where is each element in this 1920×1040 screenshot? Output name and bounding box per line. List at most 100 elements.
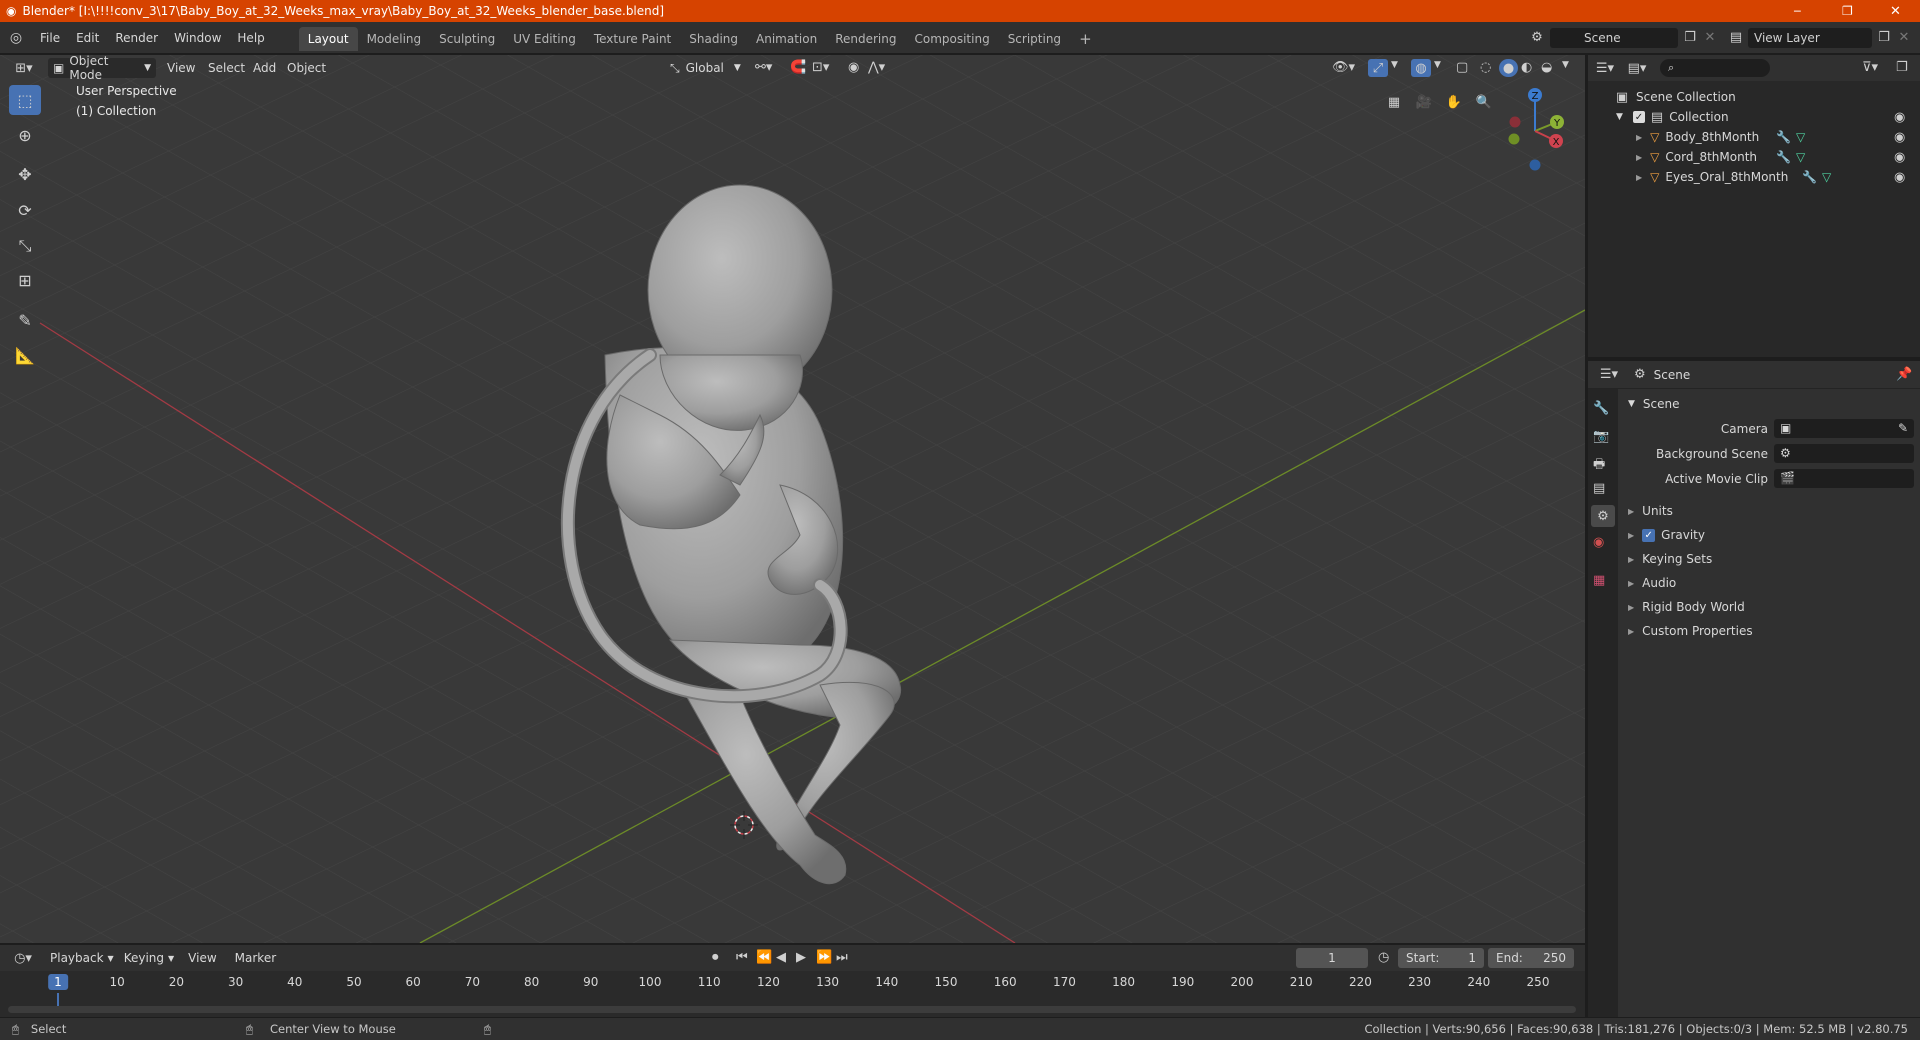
- tab-scripting[interactable]: Scripting: [999, 27, 1070, 51]
- gravity-checkbox[interactable]: ✓: [1642, 528, 1656, 542]
- expand-arrow-icon[interactable]: ▶: [1636, 153, 1642, 162]
- active-movie-clip-field[interactable]: 🎬: [1774, 469, 1914, 488]
- world-tab-icon[interactable]: ◉: [1593, 535, 1604, 550]
- outliner-row-object[interactable]: ▶ ▽ Body_8thMonth 🔧 ▽ ◉: [1588, 127, 1920, 147]
- annotate-tool[interactable]: ✎: [9, 305, 41, 335]
- eyedropper-icon[interactable]: ✎: [1898, 421, 1908, 435]
- camera-field[interactable]: ▣ ✎: [1774, 419, 1914, 438]
- timeline-menu-view[interactable]: View: [188, 951, 216, 965]
- preview-range-icon[interactable]: ◷: [1378, 950, 1389, 965]
- new-collection-icon[interactable]: ❐: [1896, 60, 1908, 75]
- close-button[interactable]: ✕: [1890, 4, 1901, 19]
- xray-icon[interactable]: ▢: [1456, 60, 1468, 75]
- snap-settings-icon[interactable]: ⊡▾: [812, 60, 829, 75]
- tab-sculpting[interactable]: Sculpting: [430, 27, 504, 51]
- mesh-data-icon[interactable]: ▽: [1796, 150, 1805, 164]
- transform-orientation-dropdown[interactable]: ⤡ Global ▼: [670, 58, 741, 78]
- menu-help[interactable]: Help: [229, 22, 272, 53]
- material-shading-icon[interactable]: ◐: [1521, 60, 1532, 75]
- timeline-menu-marker[interactable]: Marker: [235, 951, 276, 965]
- display-mode-icon[interactable]: ▤▾: [1622, 61, 1652, 76]
- jump-start-icon[interactable]: ⏮: [736, 950, 748, 965]
- tab-texture-paint[interactable]: Texture Paint: [585, 27, 680, 51]
- render-tab-icon[interactable]: 📷: [1593, 429, 1609, 444]
- expand-arrow-icon[interactable]: ▶: [1636, 133, 1642, 142]
- texture-tab-icon[interactable]: ▦: [1593, 573, 1605, 588]
- delete-scene-icon[interactable]: ✕: [1702, 30, 1718, 45]
- start-frame-field[interactable]: Start: 1: [1398, 948, 1484, 968]
- view-layer-selector[interactable]: View Layer: [1748, 27, 1872, 48]
- minimize-button[interactable]: ─: [1794, 5, 1801, 18]
- tab-animation[interactable]: Animation: [747, 27, 826, 51]
- play-icon[interactable]: ▶: [796, 950, 806, 965]
- overlays-menu-icon[interactable]: ▼: [1434, 60, 1441, 70]
- 3d-viewport[interactable]: ⊞▾ ▣ Object Mode ▼ View Select Add Objec…: [0, 55, 1585, 943]
- editor-type-icon[interactable]: ⊞▾: [10, 58, 38, 78]
- new-scene-icon[interactable]: ❐: [1678, 30, 1702, 45]
- visibility-icon[interactable]: 👁▾: [1332, 60, 1355, 75]
- timeline-scrollbar[interactable]: [8, 1006, 1576, 1013]
- modifier-wrench-icon[interactable]: 🔧: [1776, 150, 1791, 164]
- camera-view-icon[interactable]: 🎥: [1412, 90, 1436, 114]
- scene-icon[interactable]: ⚙: [1526, 30, 1548, 45]
- next-keyframe-icon[interactable]: ⏩: [816, 950, 832, 965]
- outliner-editor-type-icon[interactable]: ☰▾: [1588, 61, 1622, 76]
- audio-panel-header[interactable]: ▶ Audio: [1624, 572, 1920, 594]
- menu-window[interactable]: Window: [166, 22, 229, 53]
- gizmo-toggle-icon[interactable]: ⤢: [1368, 59, 1388, 77]
- units-panel-header[interactable]: ▶ Units: [1624, 500, 1920, 522]
- mesh-data-icon[interactable]: ▽: [1796, 130, 1805, 144]
- toggle-perspective-icon[interactable]: ▦: [1382, 90, 1406, 114]
- rigid-body-world-panel-header[interactable]: ▶ Rigid Body World: [1624, 596, 1920, 618]
- proportional-editing-icon[interactable]: ◉: [848, 60, 859, 75]
- cursor-tool[interactable]: ⊕: [9, 120, 41, 150]
- scene-selector[interactable]: Scene: [1550, 27, 1678, 48]
- visibility-eye-icon[interactable]: ◉: [1894, 130, 1905, 145]
- properties-editor-type-icon[interactable]: ☰▾: [1592, 367, 1626, 382]
- snap-icon[interactable]: 🧲: [790, 60, 806, 75]
- pan-view-icon[interactable]: ✋: [1442, 90, 1466, 114]
- outliner-row-scene-collection[interactable]: ▣ Scene Collection: [1588, 87, 1920, 107]
- jump-end-icon[interactable]: ⏭: [836, 950, 848, 965]
- falloff-icon[interactable]: ⋀▾: [868, 60, 885, 75]
- custom-properties-panel-header[interactable]: ▶ Custom Properties: [1624, 620, 1920, 642]
- timeline-editor-type-icon[interactable]: ◷▾: [6, 951, 40, 966]
- tab-modeling[interactable]: Modeling: [358, 27, 431, 51]
- timeline-menu-playback[interactable]: Playback: [50, 951, 104, 965]
- blender-menu-icon[interactable]: ◎: [0, 30, 32, 46]
- play-reverse-icon[interactable]: ◀: [776, 950, 786, 965]
- menu-edit[interactable]: Edit: [68, 22, 107, 53]
- measure-tool[interactable]: 📐: [9, 340, 41, 370]
- transform-tool[interactable]: ⊞: [9, 265, 41, 295]
- zoom-view-icon[interactable]: 🔍: [1472, 90, 1496, 114]
- modifier-wrench-icon[interactable]: 🔧: [1802, 170, 1817, 184]
- modifier-wrench-icon[interactable]: 🔧: [1776, 130, 1791, 144]
- tab-layout[interactable]: Layout: [298, 27, 358, 51]
- frame-ruler[interactable]: 1 10 20 30 40 50 60 70 80 90 100 110 120 130 140 150 160…: [0, 971, 1585, 993]
- outliner-row-collection[interactable]: ▼ ✓ ▤ Collection ◉: [1588, 107, 1920, 127]
- viewport-menu-object[interactable]: Object: [287, 61, 326, 75]
- new-view-layer-icon[interactable]: ❐: [1872, 30, 1896, 45]
- prev-keyframe-icon[interactable]: ⏪: [756, 950, 772, 965]
- gizmo-menu-icon[interactable]: ▼: [1391, 60, 1398, 70]
- view-layer-tab-icon[interactable]: ▤: [1593, 481, 1605, 496]
- viewport-menu-view[interactable]: View: [167, 61, 195, 75]
- keying-sets-panel-header[interactable]: ▶ Keying Sets: [1624, 548, 1920, 570]
- rendered-shading-icon[interactable]: ◒: [1541, 60, 1552, 75]
- scene-tab-icon[interactable]: ⚙: [1591, 505, 1615, 527]
- expand-arrow-icon[interactable]: ▼: [1616, 112, 1623, 122]
- pin-icon[interactable]: 📌: [1896, 367, 1912, 382]
- timeline-menu-keying[interactable]: Keying: [124, 951, 164, 965]
- filter-icon[interactable]: ⊽▾: [1862, 60, 1878, 75]
- collection-checkbox[interactable]: ✓: [1632, 111, 1645, 123]
- rotate-tool[interactable]: ⟳: [9, 195, 41, 225]
- move-tool[interactable]: ✥: [9, 159, 41, 189]
- object-mode-dropdown[interactable]: ▣ Object Mode ▼: [48, 55, 156, 82]
- visibility-eye-icon[interactable]: ◉: [1894, 150, 1905, 165]
- outliner-search-input[interactable]: ⌕: [1660, 59, 1770, 77]
- menu-render[interactable]: Render: [107, 22, 166, 53]
- visibility-eye-icon[interactable]: ◉: [1894, 110, 1905, 125]
- mesh-data-icon[interactable]: ▽: [1822, 170, 1831, 184]
- tab-uv-editing[interactable]: UV Editing: [504, 27, 585, 51]
- view-layer-icon[interactable]: ▤: [1724, 30, 1748, 45]
